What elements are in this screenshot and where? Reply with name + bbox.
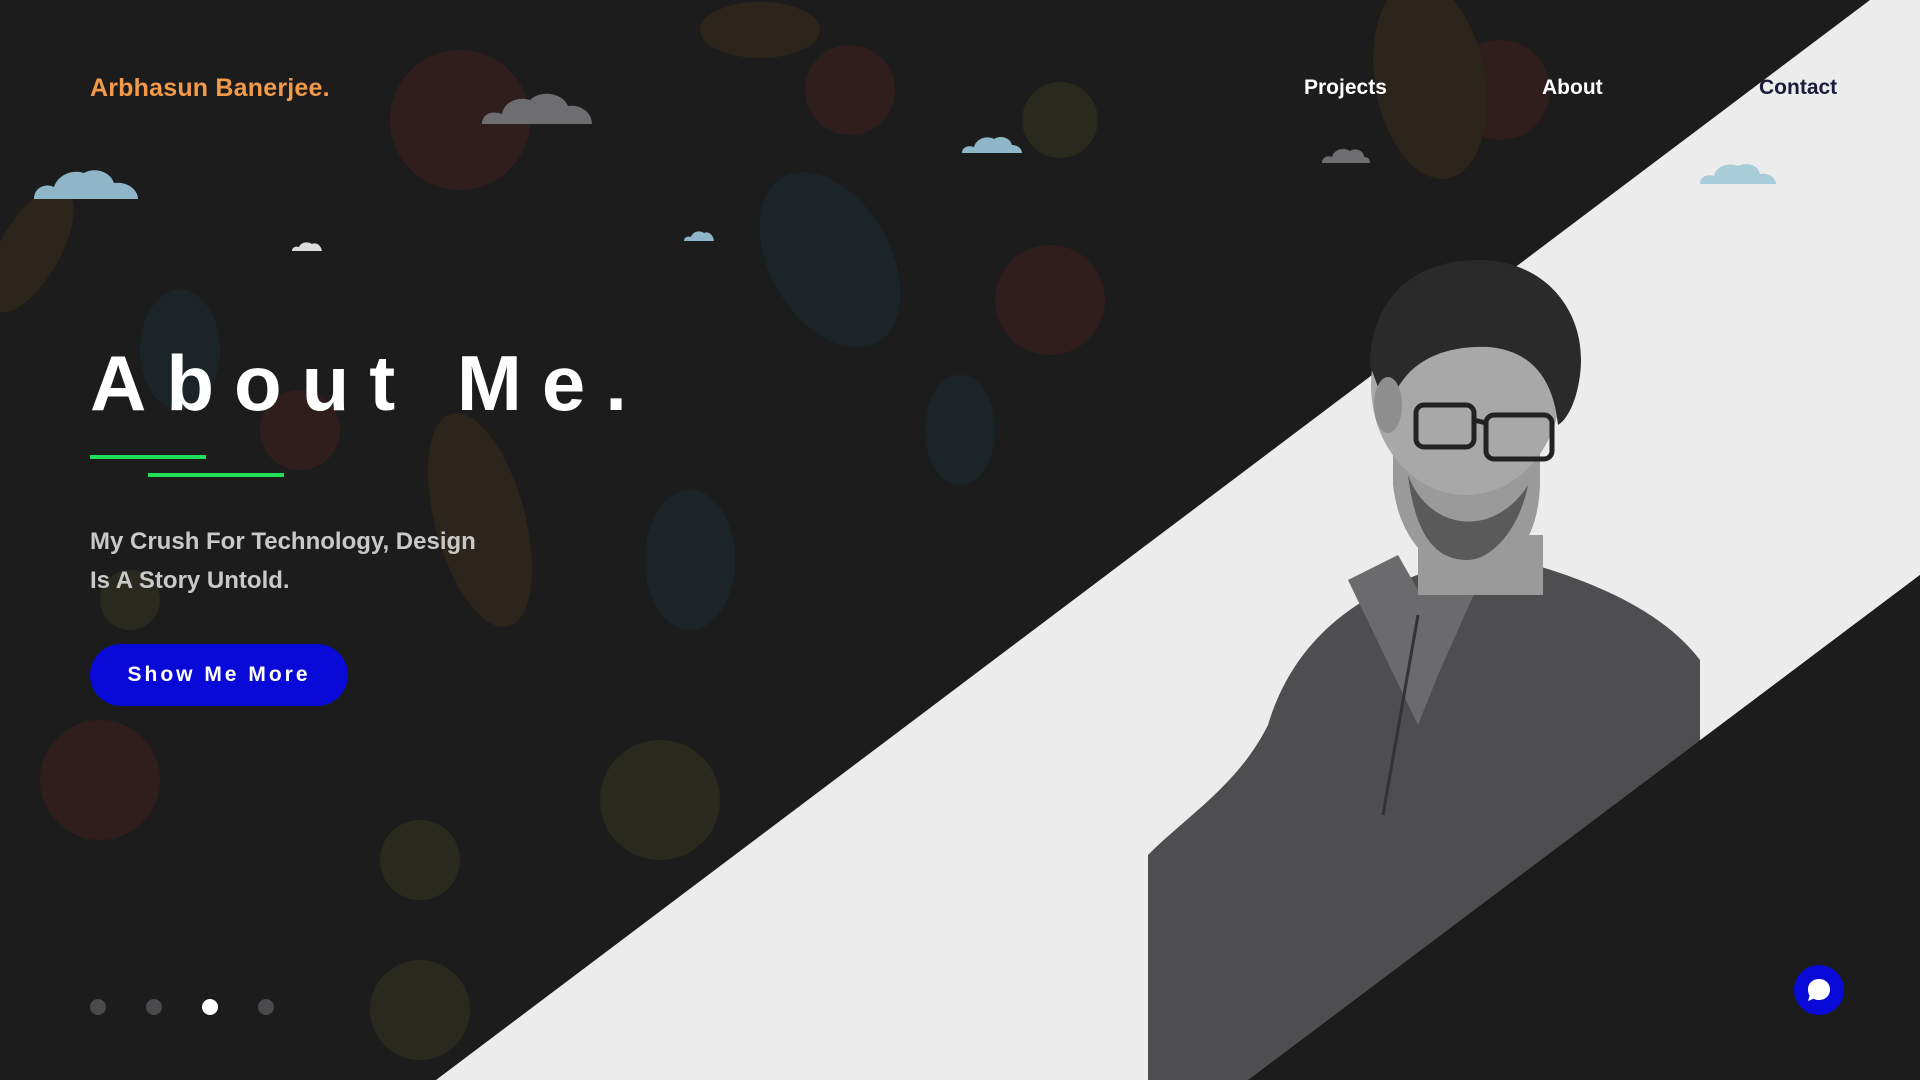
hero-tagline: My Crush For Technology, Design Is A Sto… — [90, 522, 550, 600]
nav-link-about[interactable]: About — [1542, 76, 1603, 100]
slider-dot-3[interactable] — [202, 999, 218, 1015]
chat-bubble-icon — [1808, 979, 1830, 1001]
nav-link-projects[interactable]: Projects — [1304, 76, 1387, 100]
cloud-icon — [292, 242, 322, 251]
slider-dot-4[interactable] — [258, 999, 274, 1015]
nav-link-contact[interactable]: Contact — [1759, 76, 1837, 100]
page-title: About Me. — [90, 339, 647, 427]
cloud-icon — [962, 137, 1022, 153]
cloud-icon — [1322, 149, 1370, 163]
title-underline-bottom — [148, 473, 284, 477]
chat-button[interactable] — [1794, 965, 1844, 1015]
cloud-icon — [34, 170, 138, 199]
show-me-more-button[interactable]: Show Me More — [90, 644, 348, 706]
cloud-icon — [684, 231, 714, 241]
hero-tagline-line-1: My Crush For Technology, Design — [90, 528, 476, 555]
title-underline-top — [90, 455, 206, 459]
cloud-icon — [1700, 164, 1776, 184]
brand-logo[interactable]: Arbhasun Banerjee. — [90, 74, 330, 103]
hero-tagline-line-2: Is A Story Untold. — [90, 567, 290, 594]
profile-photo — [1148, 260, 1700, 1080]
cloud-icon — [482, 93, 592, 124]
slider-dot-2[interactable] — [146, 999, 162, 1015]
slider-dot-1[interactable] — [90, 999, 106, 1015]
